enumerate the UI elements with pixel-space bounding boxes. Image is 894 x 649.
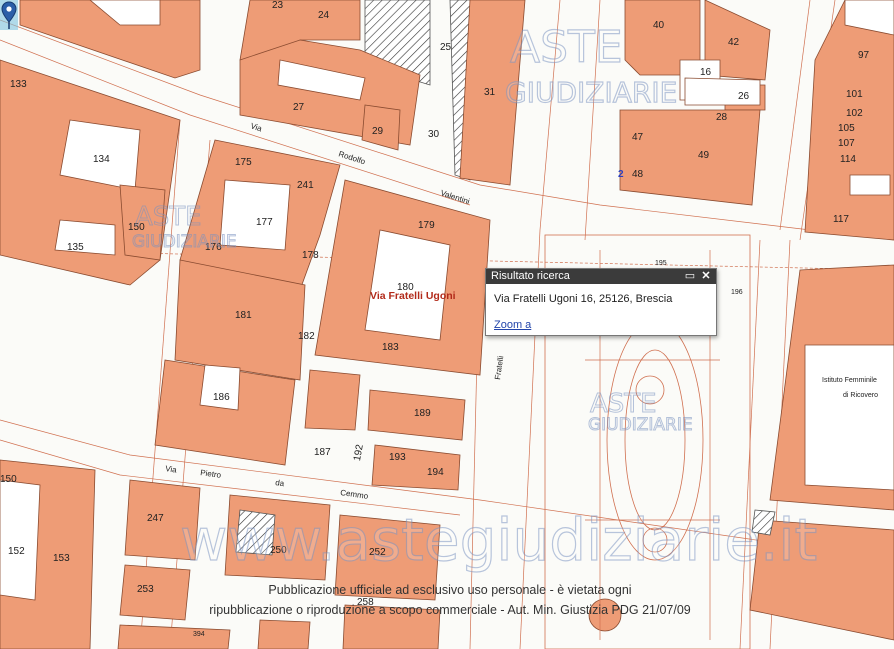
svg-text:31: 31 xyxy=(484,87,496,98)
zoom-to-link[interactable]: Zoom a xyxy=(486,305,716,331)
svg-text:117: 117 xyxy=(833,214,849,225)
svg-text:28: 28 xyxy=(716,112,728,123)
svg-text:195: 195 xyxy=(655,260,667,267)
svg-text:40: 40 xyxy=(653,20,665,31)
map-canvas[interactable]: 23 24 25 27 29 30 31 40 42 16 26 28 47 4… xyxy=(0,0,894,649)
svg-text:49: 49 xyxy=(698,150,710,161)
svg-text:Via: Via xyxy=(165,464,178,475)
svg-text:181: 181 xyxy=(235,310,252,321)
svg-text:107: 107 xyxy=(838,138,855,149)
svg-text:153: 153 xyxy=(53,553,70,564)
svg-text:di Ricovero: di Ricovero xyxy=(843,392,878,399)
svg-text:183: 183 xyxy=(382,342,399,353)
svg-text:27: 27 xyxy=(293,102,305,113)
svg-text:97: 97 xyxy=(858,50,870,61)
svg-text:179: 179 xyxy=(418,220,435,231)
svg-text:Cemmo: Cemmo xyxy=(340,488,370,501)
maximize-icon[interactable]: ▭ xyxy=(684,270,696,282)
selected-street-label: Via Fratelli Ugoni xyxy=(370,290,456,302)
svg-text:23: 23 xyxy=(272,0,284,11)
svg-text:GIUDIZIARIE: GIUDIZIARIE xyxy=(588,415,693,435)
svg-text:102: 102 xyxy=(846,108,863,119)
svg-text:2: 2 xyxy=(618,169,624,180)
copyright-notice: Pubblicazione ufficiale ad esclusivo uso… xyxy=(190,580,710,620)
svg-text:135: 135 xyxy=(67,242,84,253)
svg-text:16: 16 xyxy=(700,67,712,78)
svg-text:25: 25 xyxy=(440,42,452,53)
svg-text:30: 30 xyxy=(428,129,440,140)
svg-text:196: 196 xyxy=(731,289,743,296)
svg-text:175: 175 xyxy=(235,157,252,168)
svg-text:GIUDIZIARIE: GIUDIZIARIE xyxy=(505,76,677,109)
close-icon[interactable]: ✕ xyxy=(700,270,712,282)
svg-text:134: 134 xyxy=(93,154,110,165)
svg-text:26: 26 xyxy=(738,91,750,102)
svg-text:29: 29 xyxy=(372,126,384,137)
svg-text:177: 177 xyxy=(256,217,273,228)
svg-text:ASTE: ASTE xyxy=(510,22,623,73)
popup-address: Via Fratelli Ugoni 16, 25126, Brescia xyxy=(494,293,673,305)
svg-text:394: 394 xyxy=(193,631,205,638)
svg-text:253: 253 xyxy=(137,584,154,595)
svg-text:150: 150 xyxy=(0,474,17,485)
svg-text:Fratelli: Fratelli xyxy=(493,355,505,380)
svg-text:186: 186 xyxy=(213,392,230,403)
notice-line-2: ripubblicazione o riproduzione a scopo c… xyxy=(209,603,691,617)
search-result-popup: Risultato ricerca ▭ ✕ Via Fratelli Ugoni… xyxy=(485,268,717,336)
svg-text:24: 24 xyxy=(318,10,330,21)
location-pin-icon[interactable] xyxy=(0,0,18,30)
svg-text:194: 194 xyxy=(427,467,444,478)
svg-text:da: da xyxy=(275,478,286,488)
popup-title: Risultato ricerca xyxy=(491,270,570,282)
svg-text:GIUDIZIARIE: GIUDIZIARIE xyxy=(132,232,237,252)
svg-text:187: 187 xyxy=(314,447,331,458)
svg-text:192: 192 xyxy=(352,443,366,462)
svg-text:Pietro: Pietro xyxy=(200,468,222,480)
svg-text:114: 114 xyxy=(840,154,856,165)
svg-text:Valentini: Valentini xyxy=(439,188,471,206)
svg-text:ASTE: ASTE xyxy=(135,202,202,232)
svg-text:241: 241 xyxy=(297,180,314,191)
notice-line-1: Pubblicazione ufficiale ad esclusivo uso… xyxy=(268,583,632,597)
cadastral-map[interactable]: 23 24 25 27 29 30 31 40 42 16 26 28 47 4… xyxy=(0,0,894,649)
svg-text:133: 133 xyxy=(10,79,27,90)
svg-text:48: 48 xyxy=(632,169,644,180)
svg-text:178: 178 xyxy=(302,250,319,261)
svg-text:42: 42 xyxy=(728,37,740,48)
svg-text:182: 182 xyxy=(298,331,315,342)
svg-text:193: 193 xyxy=(389,452,406,463)
svg-text:152: 152 xyxy=(8,546,25,557)
svg-text:Istituto Femminile: Istituto Femminile xyxy=(822,377,877,384)
svg-text:105: 105 xyxy=(838,123,855,134)
svg-text:101: 101 xyxy=(846,89,863,100)
svg-text:47: 47 xyxy=(632,132,644,143)
svg-text:www.astegiudiziarie.it: www.astegiudiziarie.it xyxy=(180,506,817,574)
svg-text:189: 189 xyxy=(414,408,431,419)
svg-text:247: 247 xyxy=(147,513,164,524)
svg-text:Via: Via xyxy=(249,121,263,133)
popup-header: Risultato ricerca ▭ ✕ xyxy=(486,269,716,284)
